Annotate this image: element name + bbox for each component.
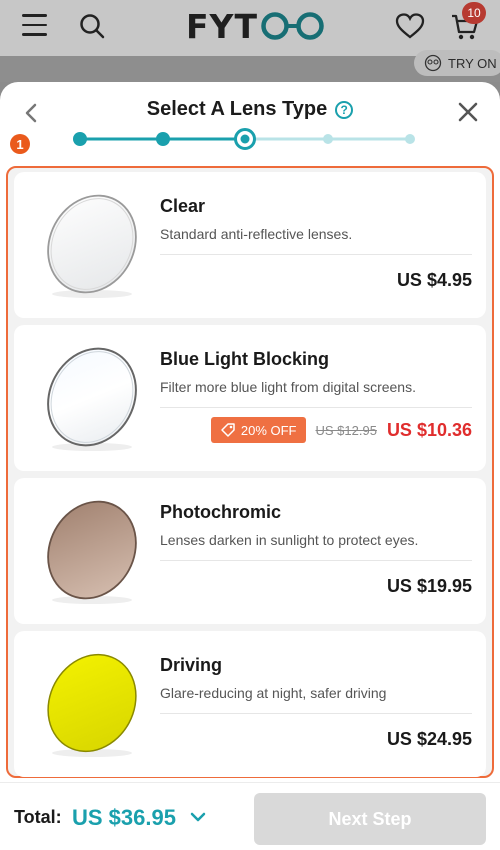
total-value[interactable]: US $36.95 [72,805,176,831]
divider [160,407,472,408]
lens-option-driving[interactable]: Driving Glare-reducing at night, safer d… [14,631,486,777]
close-icon [458,102,478,122]
option-description: Lenses darken in sunlight to protect eye… [160,532,419,548]
discount-label: 20% OFF [240,422,297,438]
try-on-label: TRY ON [448,55,497,71]
driving-lens-image [47,653,137,757]
tag-icon [221,423,235,437]
next-step-button[interactable]: Next Step [254,793,486,845]
photochromic-lens-image [47,500,137,604]
chevron-down-icon[interactable] [190,811,206,823]
help-icon[interactable]: ? [335,100,354,119]
menu-icon[interactable] [22,14,47,36]
option-price: US $4.95 [396,270,472,290]
sheet-title: Select A Lens Type ? [0,98,500,121]
progress-stepper [73,128,415,150]
logo-text: FYT [186,6,258,46]
progress-step-4 [323,134,333,144]
price-row: 20% OFF US $12.95 US $10.36 [210,417,472,443]
sale-price: US $10.36 [386,419,472,440]
option-title: Photochromic [160,502,282,522]
lens-options-list: Clear Standard anti-reflective lenses. U… [6,166,494,778]
heart-icon[interactable] [395,12,425,40]
divider [160,560,472,561]
option-description: Filter more blue light from digital scre… [160,379,416,395]
lens-option-clear[interactable]: Clear Standard anti-reflective lenses. U… [14,172,486,318]
original-price: US $12.95 [315,422,377,438]
lens-option-blue-light[interactable]: Blue Light Blocking Filter more blue lig… [14,325,486,471]
total-label: Total: [14,807,62,827]
divider [160,254,472,255]
try-on-button[interactable]: TRY ON [414,50,500,76]
sheet-title-text: Select A Lens Type [146,98,328,120]
page-header: FYT 10 [0,0,500,56]
option-title: Clear [160,196,206,216]
search-icon[interactable] [78,12,106,40]
lens-type-sheet: Select A Lens Type ? 1 Clear Standard an… [0,82,500,782]
option-title: Blue Light Blocking [160,349,329,369]
progress-step-2 [156,132,170,146]
logo[interactable]: FYT [186,6,326,46]
glasses-face-icon [424,54,442,72]
discount-badge: 20% OFF [210,417,306,443]
option-title: Driving [160,655,223,675]
lens-option-photochromic[interactable]: Photochromic Lenses darken in sunlight t… [14,478,486,624]
divider [160,713,472,714]
option-price: US $19.95 [386,576,472,596]
option-description: Glare-reducing at night, safer driving [160,685,387,701]
option-price: US $24.95 [386,729,472,749]
progress-step-5 [405,134,415,144]
progress-step-3-dot [240,134,250,144]
blue-light-lens-image [47,347,137,451]
option-description: Standard anti-reflective lenses. [160,226,353,242]
cart-count-badge: 10 [462,2,486,24]
clear-lens-image [47,194,137,298]
bottom-bar: Total: US $36.95 Next Step [0,782,500,850]
step-marker: 1 [10,134,30,154]
close-button[interactable] [454,98,482,126]
logo-glasses-icon [261,12,324,40]
progress-step-1 [73,132,87,146]
